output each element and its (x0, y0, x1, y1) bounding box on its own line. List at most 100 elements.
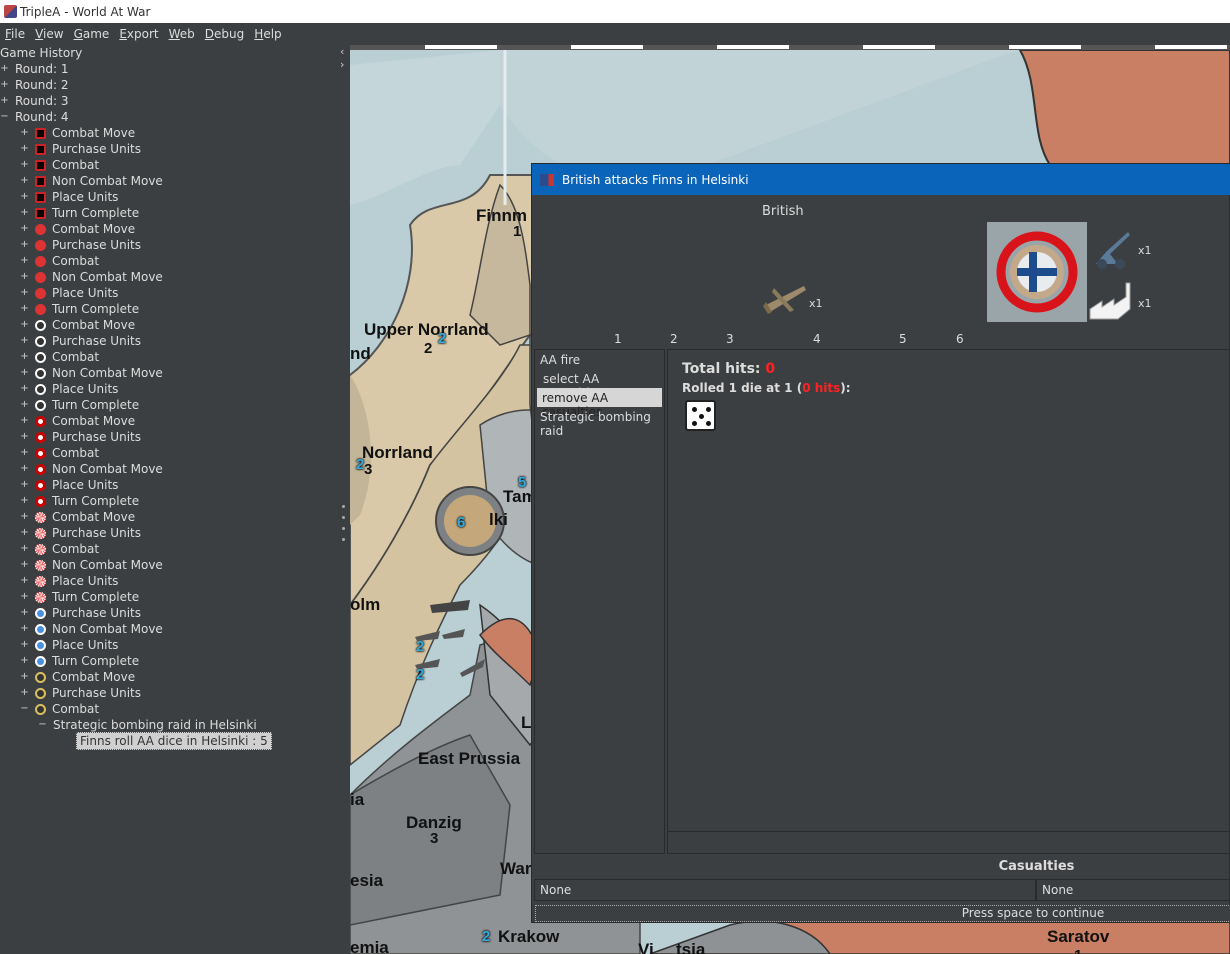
game-history-tree[interactable]: Game History + Round: 1 + Round: 2 + Round: 3−… (0, 45, 345, 954)
tree-step[interactable]: + Purchase Units (20, 605, 141, 621)
tree-step[interactable]: + Purchase Units (20, 429, 141, 445)
tree-step[interactable]: + Place Units (20, 189, 118, 205)
tree-step[interactable]: + Non Combat Move (20, 557, 163, 573)
expand-icon[interactable]: + (20, 191, 29, 202)
expand-icon[interactable]: + (20, 511, 29, 522)
tree-root[interactable]: Game History (0, 45, 82, 61)
expand-icon[interactable]: + (20, 239, 29, 250)
expand-icon[interactable]: + (20, 575, 29, 586)
expand-icon[interactable]: + (20, 495, 29, 506)
tree-sub-event[interactable]: − Strategic bombing raid in Helsinki (38, 717, 256, 733)
expand-icon[interactable]: + (20, 223, 29, 234)
expand-icon[interactable]: + (20, 639, 29, 650)
expand-icon[interactable]: + (0, 95, 9, 106)
tree-step[interactable]: + Place Units (20, 637, 118, 653)
tree-step[interactable]: + Combat Move (20, 669, 135, 685)
tree-step[interactable]: + Combat Move (20, 317, 135, 333)
tree-step[interactable]: + Place Units (20, 573, 118, 589)
splitter-handle[interactable] (342, 505, 346, 541)
battle-step-item[interactable]: select AA casualties (535, 369, 664, 400)
tree-step[interactable]: + Purchase Units (20, 333, 141, 349)
tree-round[interactable]: − Round: 4 (0, 109, 68, 125)
expand-icon[interactable]: + (20, 671, 29, 682)
tree-step[interactable]: + Non Combat Move (20, 269, 163, 285)
menu-web[interactable]: Web (164, 27, 200, 41)
expand-icon[interactable]: + (20, 463, 29, 474)
expand-icon[interactable]: + (20, 447, 29, 458)
tree-step[interactable]: − Combat (20, 701, 99, 717)
tree-step[interactable]: + Non Combat Move (20, 621, 163, 637)
battle-step-item-current[interactable]: remove AA casualties (537, 388, 662, 419)
expand-icon[interactable]: + (20, 319, 29, 330)
tree-step[interactable]: + Purchase Units (20, 237, 141, 253)
expand-icon[interactable]: + (20, 367, 29, 378)
menu-debug[interactable]: Debug (200, 27, 249, 41)
expand-icon[interactable]: + (20, 559, 29, 570)
expand-icon[interactable]: + (20, 351, 29, 362)
tree-round[interactable]: + Round: 1 (0, 61, 68, 77)
expand-icon[interactable]: + (20, 175, 29, 186)
expand-icon[interactable]: + (20, 687, 29, 698)
expand-icon[interactable]: + (20, 255, 29, 266)
continue-button[interactable]: Press space to continue (535, 905, 1230, 922)
tree-step[interactable]: + Turn Complete (20, 493, 139, 509)
expand-icon[interactable]: + (20, 287, 29, 298)
tree-step[interactable]: + Combat Move (20, 221, 135, 237)
collapse-right-icon[interactable]: › (340, 58, 350, 71)
tree-step[interactable]: + Turn Complete (20, 589, 139, 605)
expand-icon[interactable]: + (20, 271, 29, 282)
tree-step[interactable]: + Turn Complete (20, 653, 139, 669)
expand-icon[interactable]: + (20, 527, 29, 538)
tree-step[interactable]: + Non Combat Move (20, 461, 163, 477)
expand-icon[interactable]: + (20, 399, 29, 410)
tree-step[interactable]: + Turn Complete (20, 397, 139, 413)
tree-step[interactable]: + Combat (20, 157, 99, 173)
battle-step-item[interactable]: Strategic bombing raid (535, 407, 664, 438)
pane-collapse-arrows[interactable]: ‹ › (340, 45, 350, 75)
tree-step[interactable]: + Combat (20, 445, 99, 461)
collapse-left-icon[interactable]: ‹ (340, 45, 350, 58)
tree-step[interactable]: + Combat (20, 349, 99, 365)
expand-icon[interactable]: + (20, 415, 29, 426)
tree-step[interactable]: + Combat (20, 253, 99, 269)
tree-step[interactable]: + Turn Complete (20, 301, 139, 317)
tree-round[interactable]: + Round: 3 (0, 93, 68, 109)
expand-icon[interactable]: + (20, 159, 29, 170)
tree-step[interactable]: + Purchase Units (20, 685, 141, 701)
tree-step[interactable]: + Place Units (20, 285, 118, 301)
expand-icon[interactable]: + (20, 303, 29, 314)
tree-step[interactable]: + Combat Move (20, 413, 135, 429)
expand-icon[interactable]: + (20, 335, 29, 346)
collapse-icon[interactable]: − (20, 703, 29, 714)
battle-step-item[interactable]: AA fire (535, 350, 664, 369)
menu-help[interactable]: Help (249, 27, 286, 41)
expand-icon[interactable]: + (20, 479, 29, 490)
tree-step[interactable]: + Non Combat Move (20, 173, 163, 189)
expand-icon[interactable]: + (20, 143, 29, 154)
expand-icon[interactable]: + (0, 79, 9, 90)
expand-icon[interactable]: + (20, 543, 29, 554)
menu-file[interactable]: File (0, 27, 30, 41)
tree-step[interactable]: + Place Units (20, 477, 118, 493)
tree-step[interactable]: + Combat (20, 541, 99, 557)
tree-step[interactable]: + Non Combat Move (20, 365, 163, 381)
expand-icon[interactable]: + (20, 431, 29, 442)
collapse-icon[interactable]: − (38, 719, 47, 730)
tree-step[interactable]: + Turn Complete (20, 205, 139, 221)
tree-step[interactable]: + Combat Move (20, 125, 135, 141)
battle-steps-list[interactable]: AA fire select AA casualties remove AA c… (534, 349, 665, 854)
expand-icon[interactable]: + (0, 63, 9, 74)
expand-icon[interactable]: + (20, 623, 29, 634)
tree-step[interactable]: + Purchase Units (20, 525, 141, 541)
tree-step[interactable]: + Place Units (20, 381, 118, 397)
expand-icon[interactable]: + (20, 655, 29, 666)
menu-game[interactable]: Game (69, 27, 115, 41)
expand-icon[interactable]: + (20, 607, 29, 618)
collapse-icon[interactable]: − (0, 111, 9, 122)
expand-icon[interactable]: + (20, 127, 29, 138)
menu-view[interactable]: View (30, 27, 68, 41)
tree-round[interactable]: + Round: 2 (0, 77, 68, 93)
expand-icon[interactable]: + (20, 383, 29, 394)
menu-export[interactable]: Export (114, 27, 163, 41)
expand-icon[interactable]: + (20, 207, 29, 218)
